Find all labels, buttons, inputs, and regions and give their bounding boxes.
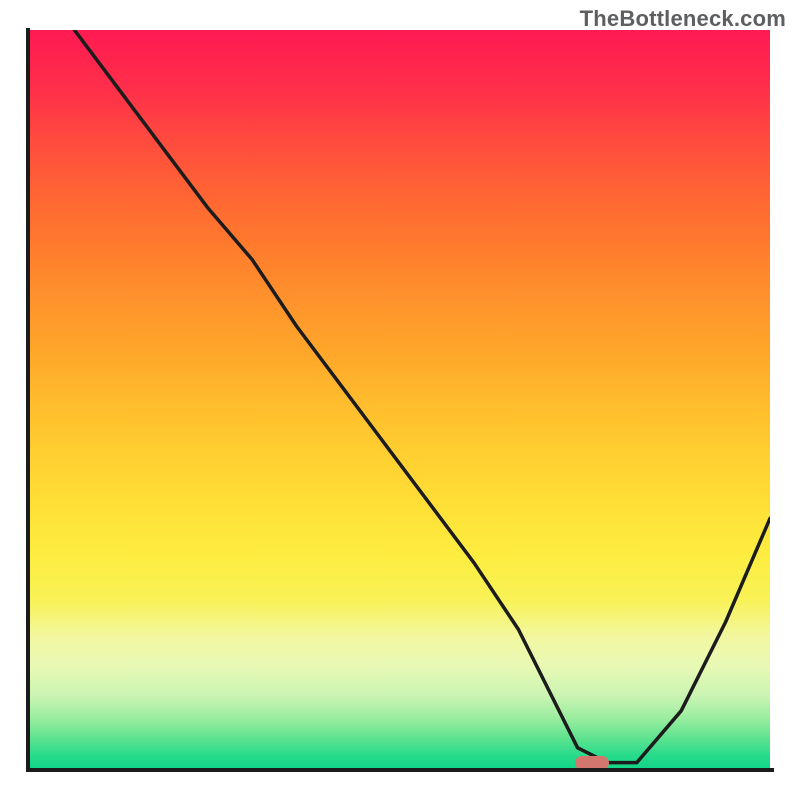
y-axis	[26, 28, 30, 772]
chart-container: TheBottleneck.com	[0, 0, 800, 800]
curve-svg	[30, 30, 770, 770]
bottleneck-curve	[74, 30, 770, 763]
watermark-text: TheBottleneck.com	[580, 6, 786, 32]
plot-area	[30, 30, 770, 770]
x-axis	[26, 768, 774, 772]
